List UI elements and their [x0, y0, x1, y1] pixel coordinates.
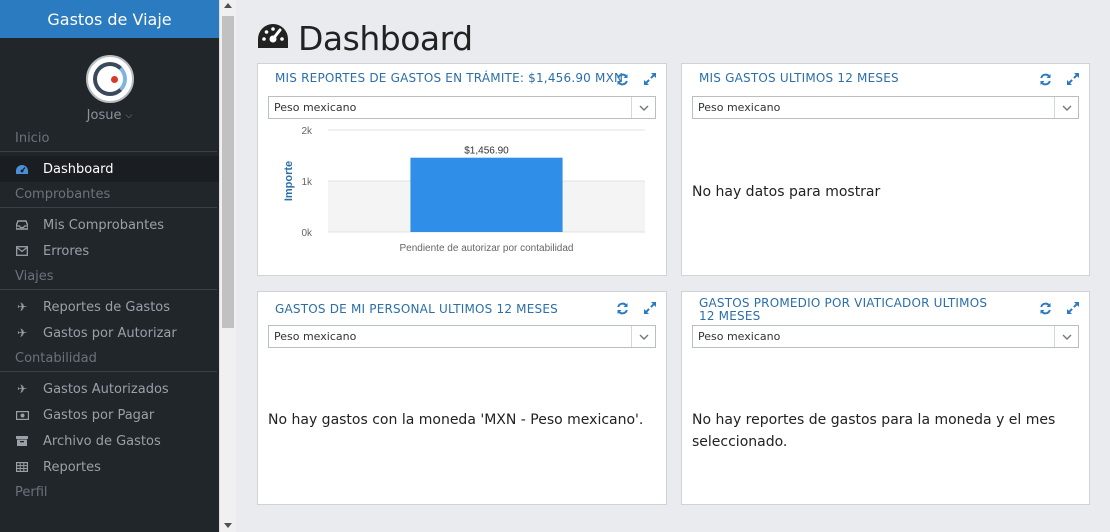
chevron-down-icon[interactable] [1054, 97, 1078, 118]
currency-select[interactable]: Peso mexicano [268, 96, 656, 119]
expand-icon[interactable] [644, 302, 656, 314]
page-header: Dashboard [256, 16, 473, 60]
empty-message: No hay datos para mostrar [692, 184, 881, 200]
sidebar-item-dashboard[interactable]: Dashboard [0, 156, 219, 182]
currency-select[interactable]: Peso mexicano [268, 325, 656, 348]
y-tick-label: 0k [301, 228, 313, 239]
expand-icon[interactable] [1067, 302, 1079, 314]
panel-reportes-en-tramite: MIS REPORTES DE GASTOS EN TRÁMITE: $1,45… [257, 63, 667, 276]
sidebar-item-archivo-de-gastos[interactable]: Archivo de Gastos [0, 428, 219, 454]
refresh-icon[interactable] [616, 302, 629, 315]
panel-tools [1039, 73, 1079, 86]
data-label: $1,456.90 [464, 146, 509, 157]
empty-message: No hay reportes de gastos para la moneda… [692, 412, 1056, 450]
scrollbar-thumb[interactable] [222, 16, 234, 328]
app-title[interactable]: Gastos de Viaje [0, 0, 219, 38]
archive-icon [15, 436, 29, 446]
currency-select-value: Peso mexicano [698, 330, 781, 343]
expand-icon[interactable] [644, 73, 656, 85]
scroll-up-icon[interactable] [224, 3, 232, 8]
y-tick-label: 2k [301, 126, 313, 137]
x-category-label: Pendiente de autorizar por contabilidad [399, 243, 573, 254]
refresh-icon[interactable] [1039, 73, 1052, 86]
panel-title: GASTOS DE MI PERSONAL ULTIMOS 12 MESES [275, 301, 558, 316]
panel-tools [616, 73, 656, 86]
sidebar-item-label: Reportes [43, 459, 101, 475]
panel-title: MIS REPORTES DE GASTOS EN TRÁMITE: $1,45… [275, 70, 624, 85]
panel-mis-gastos: MIS GASTOS ULTIMOS 12 MESES Peso mexican… [681, 63, 1090, 276]
section-contabilidad: Contabilidad [0, 346, 217, 372]
chevron-down-icon[interactable] [1054, 326, 1078, 347]
panel-gastos-promedio: GASTOS PROMEDIO POR VIATICADOR ULTIMOS 1… [681, 291, 1090, 505]
sidebar-item-label: Reportes de Gastos [43, 299, 171, 315]
panel-header: GASTOS PROMEDIO POR VIATICADOR ULTIMOS 1… [682, 295, 1089, 325]
sidebar-item-label: Gastos Autorizados [43, 381, 169, 397]
bar [410, 157, 563, 232]
envelope-icon [15, 246, 29, 256]
page-title: Dashboard [298, 18, 473, 58]
sidebar-item-mis-comprobantes[interactable]: Mis Comprobantes [0, 212, 219, 238]
currency-select-value: Peso mexicano [274, 330, 357, 343]
sidebar-item-reportes-de-gastos[interactable]: ✈ Reportes de Gastos [0, 294, 219, 320]
user-menu[interactable]: Josue ⌵ [87, 108, 133, 123]
sidebar-item-label: Gastos por Autorizar [43, 325, 177, 341]
panel-tools [1039, 302, 1079, 315]
section-comprobantes: Comprobantes [0, 182, 217, 208]
sidebar-item-label: Mis Comprobantes [43, 217, 165, 233]
sidebar-item-label: Dashboard [43, 161, 114, 177]
inbox-icon [15, 220, 29, 230]
panel-header: GASTOS DE MI PERSONAL ULTIMOS 12 MESES [258, 295, 666, 323]
section-perfil: Perfil [15, 485, 48, 500]
dashboard-icon [256, 22, 290, 54]
panel-tools [616, 302, 656, 315]
currency-select[interactable]: Peso mexicano [692, 325, 1079, 348]
sidebar-item-gastos-autorizados[interactable]: ✈ Gastos Autorizados [0, 376, 219, 402]
sidebar: Gastos de Viaje Josue ⌵ Inicio Dashboard… [0, 0, 219, 532]
sidebar-item-errores[interactable]: Errores [0, 238, 219, 264]
section-viajes: Viajes [0, 264, 217, 290]
expand-icon[interactable] [1067, 73, 1079, 85]
avatar-logo-icon [92, 62, 127, 96]
avatar-dot [110, 76, 118, 83]
chevron-down-icon[interactable] [631, 326, 655, 347]
panel-header: MIS REPORTES DE GASTOS EN TRÁMITE: $1,45… [258, 64, 666, 92]
scroll-down-icon[interactable] [224, 523, 232, 528]
chevron-down-icon: ⌵ [125, 110, 133, 121]
section-inicio: Inicio [0, 126, 217, 152]
panel-header: MIS GASTOS ULTIMOS 12 MESES [682, 64, 1089, 92]
refresh-icon[interactable] [616, 73, 629, 86]
user-name: Josue [86, 108, 122, 123]
sidebar-item-reportes[interactable]: Reportes [0, 454, 219, 480]
user-profile: Josue ⌵ [0, 38, 219, 126]
dashboard-icon [15, 164, 29, 175]
y-tick-label: 1k [301, 177, 313, 188]
sidebar-item-label: Gastos por Pagar [43, 407, 155, 423]
sidebar-item-label: Archivo de Gastos [43, 433, 161, 449]
sidebar-scrollbar[interactable] [219, 0, 236, 532]
plane-icon: ✈ [16, 326, 28, 340]
panel-title: GASTOS PROMEDIO POR VIATICADOR ULTIMOS 1… [699, 296, 988, 323]
sidebar-item-label: Errores [43, 243, 90, 259]
refresh-icon[interactable] [1039, 302, 1052, 315]
panel-gastos-personal: GASTOS DE MI PERSONAL ULTIMOS 12 MESES P… [257, 291, 667, 505]
chevron-down-icon[interactable] [631, 97, 655, 118]
sidebar-item-gastos-por-pagar[interactable]: Gastos por Pagar [0, 402, 219, 428]
y-axis-label: Importe [283, 161, 295, 201]
table-icon [15, 462, 29, 472]
currency-select-value: Peso mexicano [274, 101, 357, 114]
currency-select[interactable]: Peso mexicano [692, 96, 1079, 119]
sidebar-item-gastos-por-autorizar[interactable]: ✈ Gastos por Autorizar [0, 320, 219, 346]
currency-select-value: Peso mexicano [698, 101, 781, 114]
empty-message: No hay gastos con la moneda 'MXN - Peso … [268, 412, 644, 428]
plane-icon: ✈ [16, 382, 28, 396]
money-icon [15, 410, 29, 420]
bar-chart: 0k 1k 2k Importe $1,456.90 Pendiente de autor… [283, 126, 645, 254]
panel-title: MIS GASTOS ULTIMOS 12 MESES [699, 70, 899, 85]
plane-icon: ✈ [16, 300, 28, 314]
avatar[interactable] [85, 55, 134, 103]
